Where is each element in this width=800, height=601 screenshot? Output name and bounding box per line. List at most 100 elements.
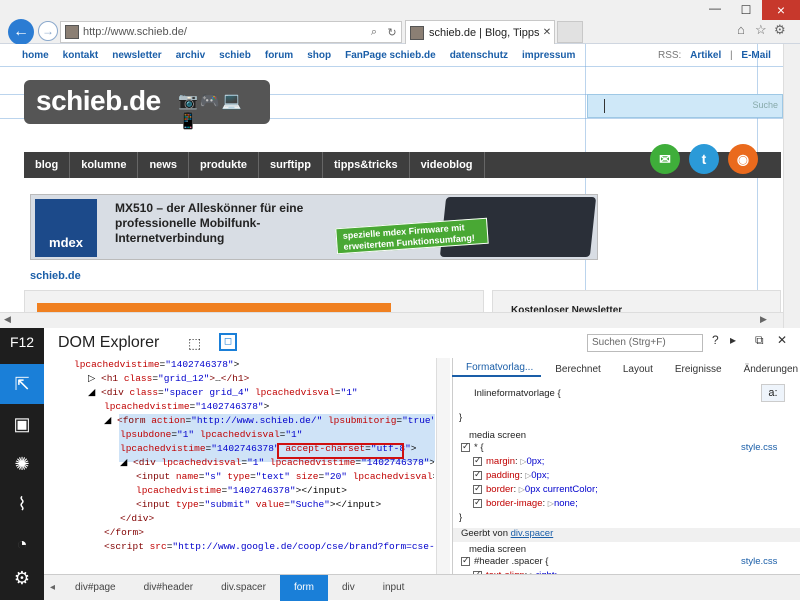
top-nav-link[interactable]: datenschutz [450,50,508,61]
main-nav-item[interactable]: videoblog [410,152,485,178]
settings-gear-icon[interactable]: ⚙ [774,22,786,38]
dom-token: src [149,541,167,552]
top-nav-link[interactable]: schieb [219,50,251,61]
dom-breadcrumb-item[interactable]: input [369,582,419,593]
forward-button[interactable]: → [38,21,58,41]
dom-tree[interactable]: lpcachedvistime="1402746378"> ▷ <h1 class… [44,358,434,574]
select-element-icon[interactable]: ⬚ [188,335,201,352]
styles-tab[interactable]: Layout [609,364,661,375]
dom-tree-node[interactable]: lpsubdone="1" lpcachedvisval="1" [120,428,302,442]
top-nav-link[interactable]: forum [265,50,293,61]
main-nav-item[interactable]: surftipp [259,152,323,178]
top-nav-link[interactable]: archiv [176,50,205,61]
css-property-row[interactable]: padding: ▷0px; [473,469,549,481]
scroll-left-icon[interactable]: ◀ [4,314,11,325]
page-breadcrumb[interactable]: schieb.de [30,270,81,282]
email-icon[interactable]: ✉ [650,144,680,174]
site-search-input[interactable]: Suche [587,94,783,118]
main-nav-item[interactable]: produkte [189,152,260,178]
main-nav-item[interactable]: blog [24,152,71,178]
ad-banner[interactable]: mdex MX510 – der Alleskönner für eine pr… [30,194,598,260]
dom-tree-node[interactable]: </div> [120,512,154,526]
dom-token: "1402746378" [165,359,234,370]
stylesheet-link-2[interactable]: style.css [741,556,777,567]
styles-tab[interactable]: Berechnet [541,364,609,375]
network-icon[interactable]: ⌇ [0,484,44,524]
refresh-icon[interactable]: ↻ [383,26,401,39]
back-button[interactable]: ← [8,19,34,45]
dom-tree-node[interactable]: <script src="http://www.google.de/coop/c… [104,540,434,554]
favorites-star-icon[interactable]: ☆ [755,22,767,38]
dom-tree-scrollbar[interactable] [436,358,450,574]
dom-breadcrumb-item[interactable]: div#header [130,582,207,593]
property-checkbox[interactable] [473,483,482,494]
console-icon[interactable]: ▣ [0,404,44,444]
twitter-icon[interactable]: t [689,144,719,174]
horizontal-scrollbar[interactable]: ◀ ▶ [0,312,783,328]
dom-breadcrumb-item[interactable]: div#page [61,582,130,593]
debugger-icon[interactable]: ✺ [0,444,44,484]
top-nav-link[interactable]: kontakt [63,50,99,61]
undock-icon[interactable]: ⧉ [755,333,764,348]
dom-tree-node[interactable]: ▷ <h1 class="grid_12">…</h1> [88,372,249,386]
address-bar[interactable]: http://www.schieb.de/ ⌕ ↻ [60,21,402,43]
selector-universal[interactable]: * { [461,441,484,453]
property-checkbox[interactable] [473,469,482,480]
top-nav-link[interactable]: FanPage schieb.de [345,50,436,61]
css-property-row[interactable]: border: ▷0px currentColor; [473,483,598,495]
toggle-ab-button[interactable]: a: [761,384,785,402]
devtools-close-icon[interactable]: ✕ [777,333,787,347]
dom-tree-node[interactable]: <input type="submit" value="Suche"></inp… [136,498,381,512]
dom-tree-node[interactable]: <input name="s" type="text" size="20" lp… [136,470,434,484]
dom-tree-node[interactable]: lpcachedvistime="1402746378"> [74,358,239,372]
top-nav-link[interactable]: home [22,50,49,61]
css-property-row[interactable]: border-image: ▷none; [473,497,578,509]
inherited-from-link[interactable]: div.spacer [511,528,554,539]
property-checkbox[interactable] [473,497,482,508]
dom-tree-node[interactable]: </form> [104,526,144,540]
stylesheet-link[interactable]: style.css [741,442,777,453]
styles-tab[interactable]: Änderungen [730,364,800,375]
dom-breadcrumb-item[interactable]: div.spacer [207,582,280,593]
styles-tab[interactable]: Formatvorlag... [452,362,542,377]
top-nav-link[interactable]: newsletter [112,50,161,61]
main-nav-item[interactable]: news [138,152,189,178]
search-dropdown-icon[interactable]: ⌕ [365,26,383,39]
top-nav-link[interactable]: shop [307,50,331,61]
dom-tree-node[interactable]: lpcachedvistime="1402746378"> [104,400,269,414]
dom-explorer-icon[interactable]: ⇱ [0,364,44,404]
css-property-row[interactable]: margin: ▷0px; [473,455,544,467]
close-window-button[interactable]: × [762,0,800,20]
browser-tab[interactable]: schieb.de | Blog, Tipps, Rat... ✕ [405,20,555,44]
property-checkbox[interactable] [473,455,482,466]
dom-search-input[interactable]: Suchen (Strg+F) [587,334,703,352]
scroll-right-icon[interactable]: ▶ [760,314,767,325]
minimize-button[interactable]: — [700,0,730,20]
vertical-scrollbar[interactable] [783,44,800,328]
console-dock-icon[interactable]: ▸ [730,333,736,347]
styles-tab[interactable]: Ereignisse [661,364,730,375]
dom-breadcrumb-item[interactable]: form [279,574,328,601]
dom-tree-node[interactable]: lpcachedvistime="1402746378"></input> [136,484,347,498]
dom-tree-node[interactable]: ◢ <div class="spacer grid_4" lpcachedvis… [88,386,358,400]
breadcrumb-left-icon[interactable]: ◂ [44,582,61,593]
help-icon[interactable]: ? [712,333,719,347]
tab-close-icon[interactable]: ✕ [540,27,554,38]
rss-artikel-link[interactable]: Artikel [690,50,721,61]
main-nav-item[interactable]: kolumne [70,152,139,178]
new-tab-button[interactable] [557,21,583,43]
dom-breadcrumb-item[interactable]: div [328,582,369,593]
maximize-button[interactable]: ☐ [731,0,761,20]
home-icon[interactable]: ⌂ [737,22,745,37]
top-nav-link[interactable]: impressum [522,50,575,61]
dom-tree-node[interactable]: ◢ <form action="http://www.schieb.de/" l… [104,414,434,428]
layout-guide-line [757,44,758,328]
address-url[interactable]: http://www.schieb.de/ [83,26,365,38]
selector-header-spacer[interactable]: #header .spacer { [461,555,548,567]
memory-icon[interactable]: ⚙ [0,558,44,598]
rss-feed-icon[interactable]: ◉ [728,144,758,174]
media-screen-label: media screen [469,430,527,441]
highlight-element-icon[interactable]: ◻ [219,333,237,351]
main-nav-item[interactable]: tipps&tricks [323,152,410,178]
site-search-button[interactable]: Suche [752,100,778,110]
